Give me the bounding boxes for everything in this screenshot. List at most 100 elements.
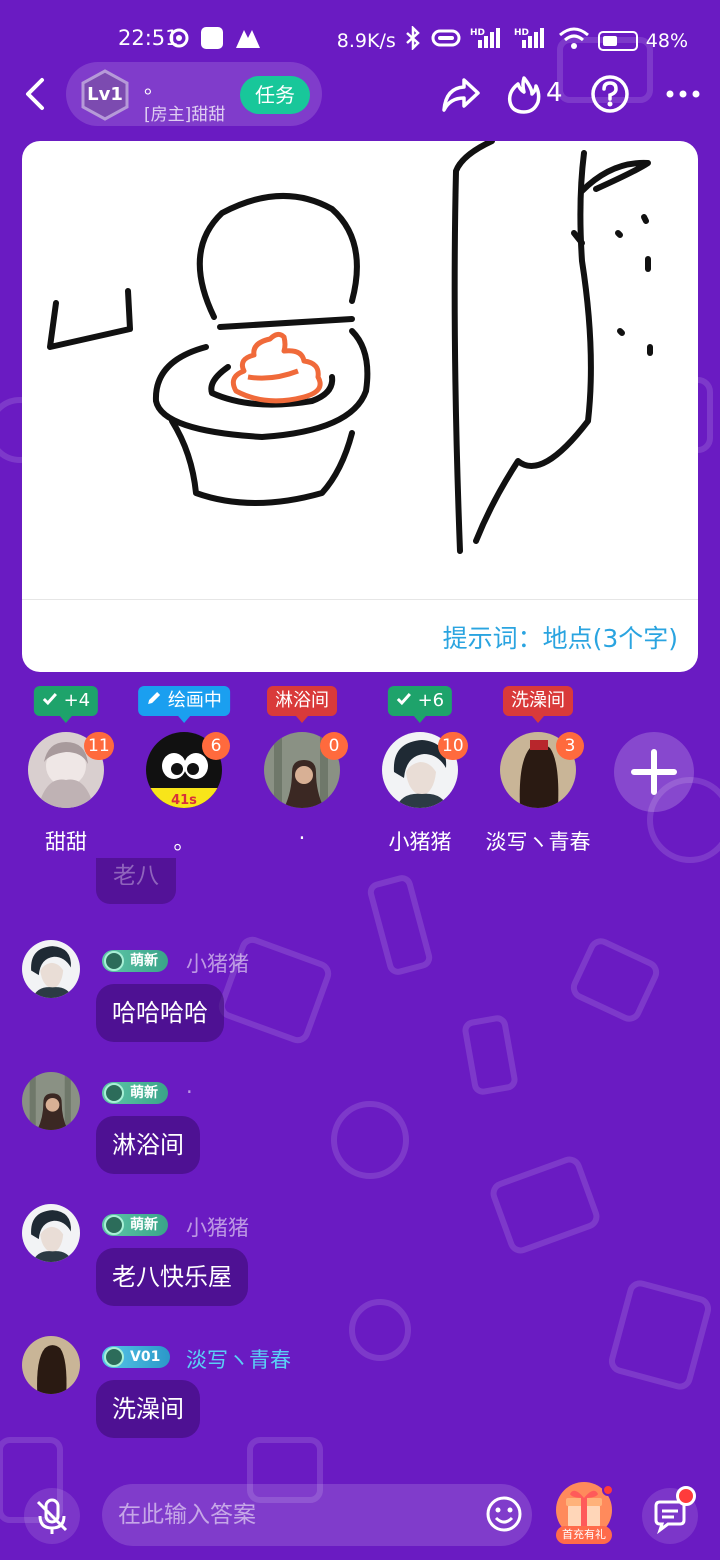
player-slot[interactable]: 淋浴间 0 ·	[244, 684, 360, 864]
player-name: 小猪猪	[388, 830, 452, 854]
chat-message: V01 淡写ヽ青春 洗澡间	[0, 1336, 720, 1466]
bluetooth-icon	[404, 24, 422, 55]
chat-bubble: 淋浴间	[96, 1116, 200, 1174]
drawing-sketch	[47, 141, 653, 554]
signal-hd-icon: HD	[514, 26, 550, 55]
vibrate-icon	[430, 27, 462, 54]
badge-label: 萌新	[130, 953, 158, 969]
room-info-pill[interactable]: Lv1 。 [房主]甜甜 任务	[66, 62, 322, 126]
player-tag: +4	[33, 686, 99, 723]
signal-hd-icon: HD	[470, 26, 506, 55]
bottom-bar: 首充有礼	[0, 1470, 720, 1560]
player-tag-label: 绘画中	[167, 690, 222, 711]
player-list: +4 11 甜甜 绘画中 41s 6 。 淋浴间 0 · +6 10 小猪猪 洗…	[0, 684, 720, 864]
player-slot[interactable]: +4 11 甜甜	[8, 684, 124, 864]
hint-text: 提示词：地点(3个字)	[442, 624, 678, 653]
help-button[interactable]	[590, 74, 630, 118]
badge-icon	[104, 1347, 124, 1367]
chat-bubble: 老八快乐屋	[96, 1248, 248, 1306]
check-icon	[42, 693, 57, 706]
player-tag: 洗澡间	[503, 686, 573, 723]
player-slot[interactable]: 洗澡间 3 淡写ヽ青春	[480, 684, 596, 864]
player-slot[interactable]: +6 10 小猪猪	[362, 684, 478, 864]
check-icon	[396, 693, 411, 706]
player-slot[interactable]: 绘画中 41s 6 。	[126, 684, 242, 864]
weather-icon	[168, 27, 190, 53]
player-name: 。	[173, 830, 195, 854]
room-name: 。	[144, 74, 164, 98]
gift-notification-dot	[602, 1484, 614, 1496]
score-badge: 10	[438, 732, 468, 760]
fire-icon	[507, 76, 541, 114]
pencil-icon	[148, 692, 161, 704]
chat-bubble-partial: 老八	[96, 858, 176, 904]
mic-muted-icon	[24, 1488, 80, 1544]
player-name: 甜甜	[45, 830, 87, 854]
chat-message: 萌新 小猪猪 老八快乐屋	[0, 1204, 720, 1334]
wifi-icon	[558, 26, 590, 55]
share-button[interactable]	[440, 74, 482, 118]
level-badge: Lv1	[78, 68, 132, 122]
badge-icon	[104, 951, 124, 971]
badge-icon	[104, 1083, 124, 1103]
avatar[interactable]	[22, 1204, 80, 1262]
net-speed: 8.9K/s	[336, 29, 396, 52]
fire-count: 4	[546, 78, 563, 108]
gift-label: 首充有礼	[556, 1526, 612, 1544]
badge-label: 萌新	[130, 1217, 158, 1233]
back-button[interactable]	[18, 74, 54, 114]
avatar[interactable]	[22, 940, 80, 998]
plus-icon	[631, 749, 677, 795]
chat-bubble: 洗澡间	[96, 1380, 200, 1438]
rank-badge: 萌新	[102, 1082, 168, 1104]
emoji-button[interactable]	[484, 1494, 524, 1534]
badge-icon	[104, 1215, 124, 1235]
task-button[interactable]: 任务	[240, 76, 310, 114]
hint-divider	[22, 599, 698, 600]
score-badge: 0	[320, 732, 348, 760]
chat-bubble: 哈哈哈哈	[96, 984, 224, 1042]
notification-icon	[200, 26, 224, 54]
room-header: Lv1 。 [房主]甜甜 任务 4	[0, 60, 720, 128]
help-icon	[591, 75, 629, 113]
app-icon	[234, 26, 262, 54]
score-badge: 3	[556, 732, 584, 760]
battery-icon	[597, 30, 638, 51]
chevron-left-icon	[26, 78, 44, 110]
chat-username: ·	[186, 1080, 193, 1104]
answer-input[interactable]	[102, 1484, 532, 1546]
svg-text:HD: HD	[514, 28, 529, 38]
vip-badge: V01	[102, 1346, 171, 1368]
messages-notification-dot	[676, 1486, 696, 1506]
more-icon	[666, 90, 700, 98]
mic-button[interactable]	[22, 1486, 82, 1546]
player-tag: 淋浴间	[267, 686, 337, 723]
chat-username: 小猪猪	[186, 952, 249, 976]
share-icon	[442, 78, 480, 112]
add-player-button[interactable]	[614, 732, 694, 812]
rank-badge: 萌新	[102, 1214, 168, 1236]
chat-username: 淡写ヽ青春	[186, 1348, 291, 1372]
avatar[interactable]	[22, 1072, 80, 1130]
score-badge: 6	[202, 732, 230, 760]
player-tag-label: +6	[417, 690, 445, 711]
badge-label: 萌新	[130, 1085, 158, 1101]
battery-percent: 48%	[645, 29, 688, 52]
score-badge: 11	[84, 732, 114, 760]
avatar[interactable]	[22, 1336, 80, 1394]
more-button[interactable]	[664, 74, 704, 118]
draw-timer: 41s	[171, 793, 197, 808]
player-name: ·	[298, 826, 306, 850]
drawing-canvas[interactable]: 提示词：地点(3个字)	[22, 141, 698, 672]
chat-list[interactable]: 老八 萌新 小猪猪 哈哈哈哈 萌新 · 淋浴间 萌新 小猪猪 老八快乐屋 V01…	[0, 858, 720, 1466]
level-text: Lv1	[87, 84, 123, 105]
player-tag-label: +4	[63, 690, 91, 711]
rank-badge: 萌新	[102, 950, 168, 972]
player-tag: +6	[387, 686, 453, 723]
chat-message: 萌新 小猪猪 哈哈哈哈	[0, 940, 720, 1070]
emoji-icon	[486, 1496, 522, 1532]
fire-button[interactable]	[506, 74, 542, 118]
chat-username: 小猪猪	[186, 1216, 249, 1240]
chat-message: 萌新 · 淋浴间	[0, 1072, 720, 1202]
svg-text:HD: HD	[470, 28, 485, 38]
